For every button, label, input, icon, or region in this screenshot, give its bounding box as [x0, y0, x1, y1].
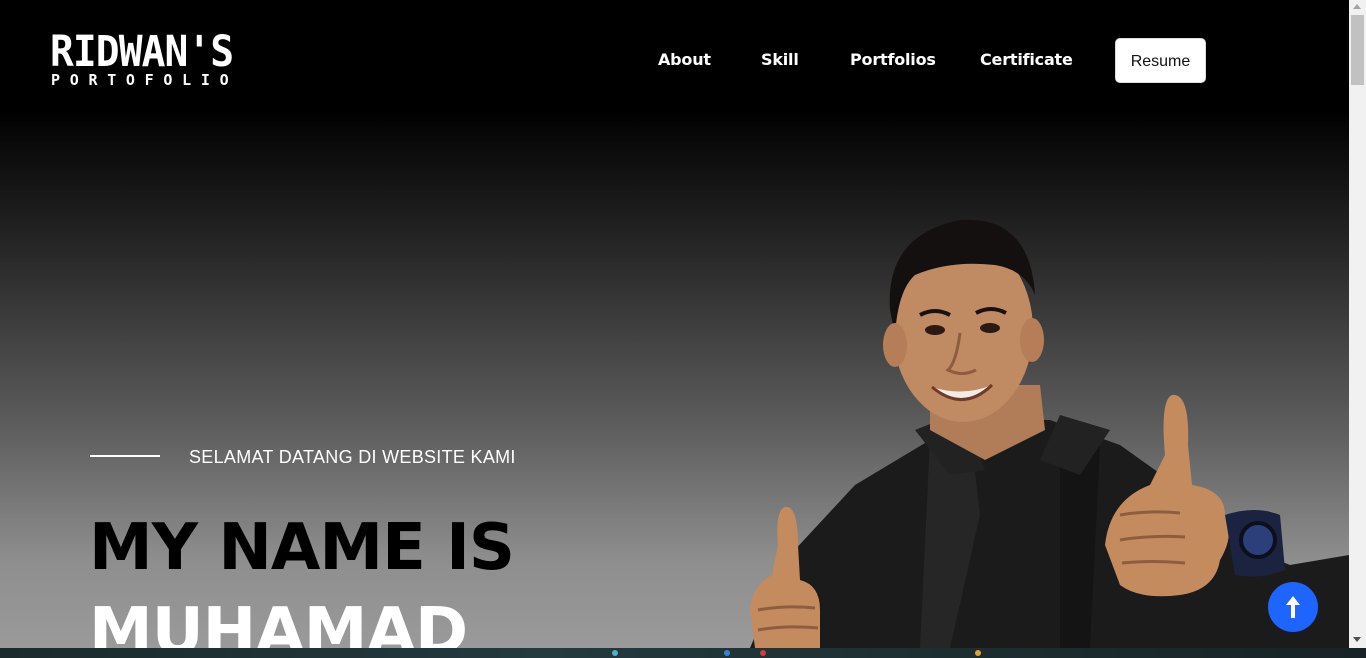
scrollbar-thumb[interactable]	[1351, 15, 1364, 85]
site-logo[interactable]: RIDWAN'S PORTOFOLIO	[50, 30, 242, 90]
nav-link-portfolios[interactable]: Portfolios	[850, 50, 936, 70]
scroll-to-top-button[interactable]	[1268, 582, 1318, 632]
taskbar-app-icon[interactable]	[760, 650, 766, 656]
profile-photo	[750, 219, 1349, 648]
resume-button[interactable]: Resume	[1115, 38, 1206, 83]
chevron-up-icon[interactable]	[1353, 4, 1361, 9]
logo-subtitle: PORTOFOLIO	[51, 71, 239, 89]
hero-title-line1: MY NAME IS	[89, 511, 515, 585]
nav-link-certificate[interactable]: Certificate	[980, 50, 1073, 70]
taskbar-app-icon[interactable]	[724, 650, 730, 656]
nav-link-about[interactable]: About	[658, 50, 711, 70]
hero-subtitle: SELAMAT DATANG DI WEBSITE KAMI	[189, 447, 516, 467]
hero-divider-line	[90, 455, 160, 457]
taskbar-app-icon[interactable]	[612, 650, 618, 656]
arrow-up-icon	[1286, 596, 1300, 618]
logo-title: RIDWAN'S	[50, 27, 234, 77]
nav-link-skill[interactable]: Skill	[761, 50, 799, 70]
taskbar-strip	[0, 648, 1366, 658]
hero-title-line2: MUHAMAD	[89, 595, 468, 648]
page-scrollbar[interactable]	[1349, 0, 1366, 648]
chevron-down-icon[interactable]	[1353, 637, 1361, 642]
taskbar-app-icon[interactable]	[975, 650, 981, 656]
page-viewport: RIDWAN'S PORTOFOLIO About Skill Portfoli…	[0, 0, 1349, 648]
